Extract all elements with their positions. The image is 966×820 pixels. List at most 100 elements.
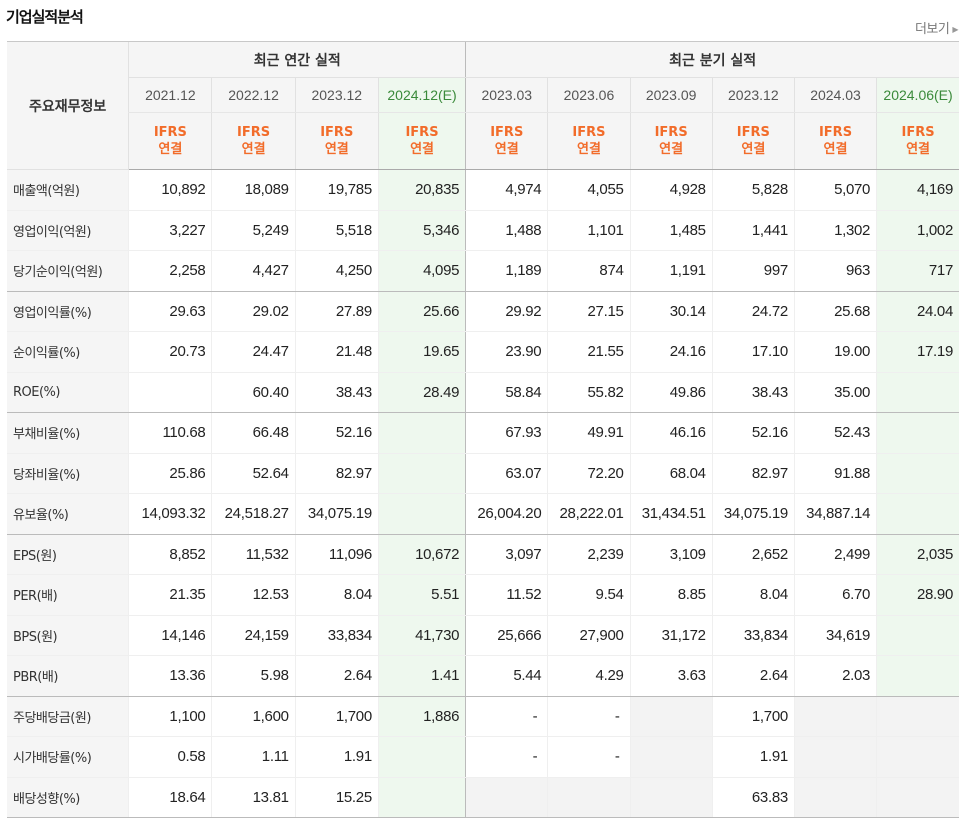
value-cell — [377, 412, 466, 454]
value-cell: 34,619 — [793, 615, 877, 656]
value-cell — [876, 412, 959, 454]
period-header: 2023.06 — [547, 77, 631, 113]
value-cell: 4,974 — [465, 169, 548, 211]
value-cell: 10,672 — [377, 534, 466, 575]
table-row: 순이익률(%) 20.73 24.47 21.48 19.65 23.90 21.55 24.… — [7, 331, 959, 373]
value-cell: 13.81 — [211, 777, 296, 818]
table-row: 당기순이익(억원) 2,258 4,427 4,250 4,095 1,189 874 1,1… — [7, 250, 959, 292]
value-cell: 8.85 — [629, 574, 713, 616]
value-cell: 29.92 — [465, 291, 548, 332]
table-row: 부채비율(%) 110.68 66.48 52.16 67.93 49.91 46.16 52… — [7, 412, 959, 454]
period-header: 2024.12(E) — [377, 77, 466, 113]
value-cell — [377, 453, 466, 494]
value-cell: 82.97 — [711, 453, 795, 494]
value-cell — [377, 493, 466, 535]
value-cell: 2,035 — [876, 534, 959, 575]
value-cell: 41,730 — [377, 615, 466, 656]
value-cell: 2.03 — [793, 655, 877, 697]
basis-label-bottom: 연결 — [906, 142, 931, 157]
value-cell: 1,600 — [211, 696, 296, 737]
value-cell: 20,835 — [377, 169, 466, 211]
row-label: 부채비율(%) — [7, 412, 129, 454]
table-row: BPS(원) 14,146 24,159 33,834 41,730 25,666 27,9… — [7, 615, 959, 656]
value-cell: 5.51 — [377, 574, 466, 616]
value-cell: 11.52 — [465, 574, 548, 616]
basis-label-bottom: 연결 — [158, 142, 183, 157]
row-label: 당좌비율(%) — [7, 453, 129, 494]
value-cell: 18.64 — [128, 777, 212, 818]
table-row: 배당성향(%) 18.64 13.81 15.25 63.83 — [7, 777, 959, 818]
row-label: 배당성향(%) — [7, 777, 129, 818]
value-cell: 2,499 — [793, 534, 877, 575]
row-label: 매출액(억원) — [7, 169, 129, 211]
table-row: 매출액(억원) 10,892 18,089 19,785 20,835 4,974 4,05… — [7, 169, 959, 211]
basis-label-bottom: 연결 — [741, 142, 766, 157]
value-cell: 91.88 — [793, 453, 877, 494]
value-cell: 72.20 — [547, 453, 631, 494]
basis-header: IFRS 연결 — [211, 112, 296, 170]
value-cell: 1,441 — [711, 210, 795, 251]
value-cell: 21.35 — [128, 574, 212, 616]
value-cell: 2.64 — [294, 655, 379, 697]
value-cell: 5,070 — [793, 169, 877, 211]
value-cell: 110.68 — [128, 412, 212, 454]
basis-header: IFRS 연결 — [377, 112, 466, 170]
quarterly-group-header: 최근 분기 실적 — [465, 41, 959, 78]
row-label: 당기순이익(억원) — [7, 250, 129, 292]
row-label: 영업이익(억원) — [7, 210, 129, 251]
table-row: EPS(원) 8,852 11,532 11,096 10,672 3,097 2,239 3… — [7, 534, 959, 575]
value-cell: 24,159 — [211, 615, 296, 656]
value-cell: 4,928 — [629, 169, 713, 211]
basis-label-bottom: 연결 — [241, 142, 266, 157]
value-cell: 5,346 — [377, 210, 466, 251]
value-cell: 20.73 — [128, 331, 212, 373]
value-cell: 34,887.14 — [793, 493, 877, 535]
value-cell: 8,852 — [128, 534, 212, 575]
value-cell: 1,302 — [793, 210, 877, 251]
value-cell: 17.10 — [711, 331, 795, 373]
value-cell — [793, 777, 877, 818]
value-cell: 21.48 — [294, 331, 379, 373]
basis-header: IFRS 연결 — [294, 112, 379, 170]
value-cell: - — [465, 736, 548, 778]
value-cell — [629, 736, 713, 778]
table-row: PBR(배) 13.36 5.98 2.64 1.41 5.44 4.29 3.63 2.64 2… — [7, 655, 959, 697]
value-cell: 15.25 — [294, 777, 379, 818]
value-cell — [377, 736, 466, 778]
value-cell: 3.63 — [629, 655, 713, 697]
value-cell: 3,227 — [128, 210, 212, 251]
table-row: 주당배당금(원) 1,100 1,600 1,700 1,886- -1,700 — [7, 696, 959, 737]
basis-label-top: IFRS — [736, 125, 770, 140]
value-cell: 1,886 — [377, 696, 466, 737]
value-cell: 4,250 — [294, 250, 379, 292]
basis-label-top: IFRS — [405, 125, 439, 140]
period-header: 2023.12 — [711, 77, 795, 113]
table-row: 유보율(%) 14,093.32 24,518.27 34,075.19 26,004.… — [7, 493, 959, 535]
value-cell: 5.98 — [211, 655, 296, 697]
value-cell: 27,900 — [547, 615, 631, 656]
financial-table: 주요재무정보 최근 연간 실적 최근 분기 실적 2021.12 2022.12 2… — [7, 41, 959, 818]
more-link[interactable]: 더보기 ▶ — [915, 18, 959, 37]
value-cell: 1,700 — [294, 696, 379, 737]
basis-label-bottom: 연결 — [576, 142, 601, 157]
row-label: BPS(원) — [7, 615, 129, 656]
value-cell: 82.97 — [294, 453, 379, 494]
value-cell: 4,427 — [211, 250, 296, 292]
value-cell: 49.86 — [629, 372, 713, 413]
value-cell — [377, 777, 466, 818]
table-row: 시가배당률(%) 0.58 1.11 1.91- -1.91 — [7, 736, 959, 778]
value-cell: 1,488 — [465, 210, 548, 251]
basis-label-top: IFRS — [818, 125, 853, 140]
value-cell: 19,785 — [294, 169, 379, 211]
basis-header: IFRS 연결 — [793, 112, 877, 170]
value-cell: 4.29 — [547, 655, 631, 697]
value-cell: 3,109 — [629, 534, 713, 575]
value-cell: 1,191 — [629, 250, 713, 292]
value-cell: 1.11 — [211, 736, 296, 778]
value-cell: 23.90 — [465, 331, 548, 373]
value-cell: 27.89 — [294, 291, 379, 332]
value-cell: 30.14 — [629, 291, 713, 332]
value-cell: 2,258 — [128, 250, 212, 292]
basis-header: IFRS 연결 — [629, 112, 713, 170]
value-cell: 874 — [547, 250, 631, 292]
